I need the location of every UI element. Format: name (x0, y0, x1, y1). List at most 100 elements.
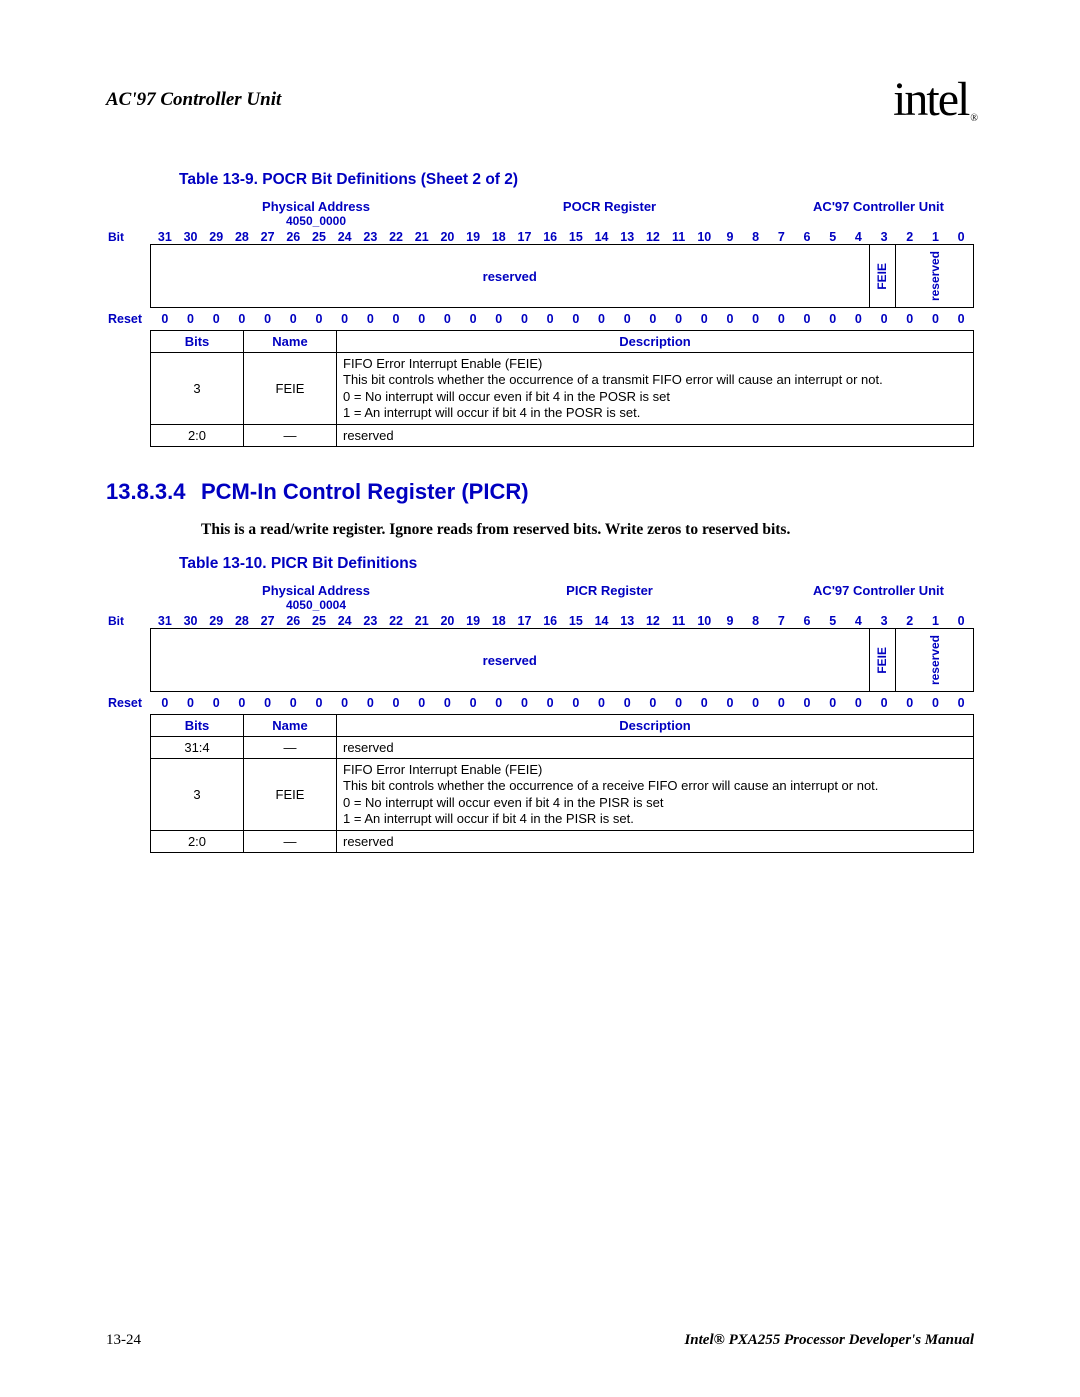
table-row: 2:0 — reserved (151, 831, 974, 853)
table-row: 3 FEIE FIFO Error Interrupt Enable (FEIE… (151, 759, 974, 831)
bit-number: 2 (897, 614, 923, 628)
phys-addr-label: Physical Address 4050_0000 (226, 199, 406, 228)
bit-number: 29 (203, 230, 229, 244)
reset-value: 0 (846, 312, 872, 326)
bit-number: 5 (820, 230, 846, 244)
definition-table-picr: Bits Name Description 31:4 — reserved 3 … (150, 714, 974, 853)
bit-number: 4 (846, 614, 872, 628)
cell-name: — (244, 425, 337, 447)
bit-number: 7 (769, 614, 795, 628)
reset-value: 0 (897, 696, 923, 710)
reset-value: 0 (743, 696, 769, 710)
reset-value: 0 (486, 312, 512, 326)
phys-addr-val: 4050_0004 (226, 598, 406, 612)
field-reserved: reserved (151, 245, 870, 307)
bit-number: 19 (460, 230, 486, 244)
bit-number: 30 (178, 614, 204, 628)
reset-value: 0 (255, 312, 281, 326)
reset-value: 0 (306, 696, 332, 710)
reset-value: 0 (512, 696, 538, 710)
reset-value: 0 (871, 312, 897, 326)
reset-value: 0 (229, 312, 255, 326)
bit-number: 13 (614, 230, 640, 244)
reset-value: 0 (280, 312, 306, 326)
section-title: PCM-In Control Register (PICR) (201, 479, 529, 504)
register-name: POCR Register (563, 199, 656, 228)
table-row: 3 FEIE FIFO Error Interrupt Enable (FEIE… (151, 353, 974, 425)
reset-value: 0 (203, 696, 229, 710)
reset-row-picr: Reset 00000000000000000000000000000000 (106, 696, 974, 710)
th-name: Name (244, 331, 337, 353)
bit-number: 0 (948, 614, 974, 628)
reset-value: 0 (589, 312, 615, 326)
reset-value: 0 (537, 696, 563, 710)
reset-row-label: Reset (106, 312, 152, 326)
bit-number: 12 (640, 230, 666, 244)
bit-number: 26 (280, 614, 306, 628)
bit-number: 28 (229, 230, 255, 244)
bit-number: 23 (358, 230, 384, 244)
cell-name: FEIE (244, 353, 337, 425)
register-header-pocr: Physical Address 4050_0000 POCR Register… (106, 199, 974, 228)
section-number: 13.8.3.4 (106, 479, 201, 505)
phys-addr-label: Physical Address 4050_0004 (226, 583, 406, 612)
reset-value: 0 (460, 312, 486, 326)
bit-number: 27 (255, 230, 281, 244)
reset-value: 0 (383, 696, 409, 710)
bit-number: 29 (203, 614, 229, 628)
logo-text: intel (893, 73, 968, 126)
cell-bits: 2:0 (151, 425, 244, 447)
bit-number: 31 (152, 614, 178, 628)
reset-value: 0 (820, 312, 846, 326)
cell-name: — (244, 831, 337, 853)
unit-name: AC'97 Controller Unit (813, 583, 944, 612)
register-header-picr: Physical Address 4050_0004 PICR Register… (106, 583, 974, 612)
bit-number: 20 (435, 614, 461, 628)
bit-number: 10 (691, 614, 717, 628)
reset-value: 0 (435, 696, 461, 710)
table-caption-picr: Table 13-10. PICR Bit Definitions (179, 555, 974, 573)
reset-value: 0 (306, 312, 332, 326)
bit-number: 3 (871, 230, 897, 244)
chapter-title: AC'97 Controller Unit (106, 89, 281, 111)
bit-number: 16 (537, 230, 563, 244)
field-reserved: reserved (151, 629, 870, 691)
cell-bits: 2:0 (151, 831, 244, 853)
bit-number: 19 (460, 614, 486, 628)
bit-number: 21 (409, 614, 435, 628)
reset-value: 0 (717, 312, 743, 326)
unit-name: AC'97 Controller Unit (813, 199, 944, 228)
reset-value: 0 (255, 696, 281, 710)
section-body: This is a read/write register. Ignore re… (201, 521, 974, 539)
reset-value: 0 (486, 696, 512, 710)
reset-value: 0 (280, 696, 306, 710)
bit-number: 27 (255, 614, 281, 628)
reset-row-pocr: Reset 00000000000000000000000000000000 (106, 312, 974, 326)
reset-value: 0 (691, 696, 717, 710)
bit-number: 9 (717, 230, 743, 244)
field-reserved-low: reserved (896, 245, 973, 307)
bit-number: 28 (229, 614, 255, 628)
bit-number: 15 (563, 230, 589, 244)
reset-value: 0 (948, 312, 974, 326)
bit-number: 3 (871, 614, 897, 628)
bit-number: 4 (846, 230, 872, 244)
reset-value: 0 (563, 696, 589, 710)
reset-value: 0 (794, 312, 820, 326)
reset-row-label: Reset (106, 696, 152, 710)
bit-row-label: Bit (106, 614, 152, 628)
bit-number: 10 (691, 230, 717, 244)
bit-number: 5 (820, 614, 846, 628)
reset-value: 0 (152, 312, 178, 326)
bit-number: 0 (948, 230, 974, 244)
reset-value: 0 (923, 696, 949, 710)
reset-value: 0 (203, 312, 229, 326)
page-header: AC'97 Controller Unit intel® (106, 72, 974, 127)
bit-number: 11 (666, 614, 692, 628)
table-row: 31:4 — reserved (151, 737, 974, 759)
reset-value: 0 (640, 312, 666, 326)
bit-number: 12 (640, 614, 666, 628)
page-footer: 13-24 Intel® PXA255 Processor Developer'… (106, 1332, 974, 1349)
bit-number: 1 (923, 230, 949, 244)
bit-number: 14 (589, 230, 615, 244)
